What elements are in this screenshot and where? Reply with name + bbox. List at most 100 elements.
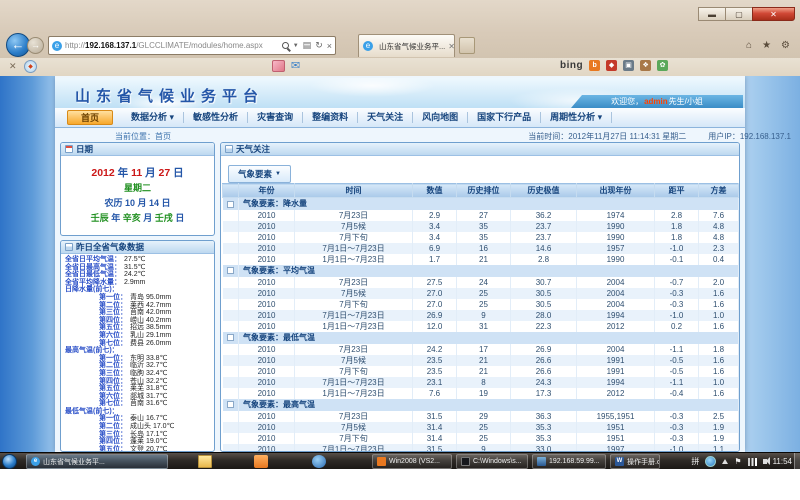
addon-icon-4[interactable]: ✿ xyxy=(657,60,668,71)
nav-item-6[interactable]: 风向地图 xyxy=(413,112,468,123)
pinned-app-icon[interactable] xyxy=(254,455,268,468)
nav-item-1[interactable]: 数据分析 ▾ xyxy=(122,112,184,123)
show-desktop-button[interactable] xyxy=(794,453,800,470)
cell-0-4-1: 1月1日～7月23日 xyxy=(295,254,413,265)
rank-value[interactable]: 莒南 31.6℃ xyxy=(130,400,167,408)
close-button[interactable]: ✕ xyxy=(752,7,795,21)
forward-button[interactable]: → xyxy=(27,37,44,54)
cell-2-0-0: 2010 xyxy=(239,344,295,355)
column-header-0[interactable]: 年份 xyxy=(239,184,295,198)
rank-value[interactable]: 临沂 32.7℃ xyxy=(130,362,167,370)
explorer-folder-icon[interactable] xyxy=(198,455,212,468)
column-header-4[interactable]: 历史极值 xyxy=(511,184,577,198)
nav-item-8[interactable]: 周期性分析 ▾ xyxy=(541,112,612,123)
column-header-7[interactable]: 方差 xyxy=(699,184,739,198)
cell-1-4-1: 1月1日～7月23日 xyxy=(295,321,413,332)
cell-2-3-3: 8 xyxy=(457,377,511,388)
rank-value[interactable]: 成山头 17.0℃ xyxy=(130,423,174,431)
cell-0-2-1: 7月下旬 xyxy=(295,232,413,243)
section-checkbox[interactable] xyxy=(227,267,234,274)
column-header-5[interactable]: 出现年份 xyxy=(577,184,655,198)
search-icon[interactable] xyxy=(282,42,289,49)
network-icon[interactable] xyxy=(748,458,757,466)
start-button[interactable] xyxy=(2,454,17,469)
cell-3-0-6: -0.3 xyxy=(655,411,699,422)
cell-0-2-4: 23.7 xyxy=(511,232,577,243)
addon-icon-2[interactable]: ▣ xyxy=(623,60,634,71)
toolbar-close-icon[interactable]: ✕ xyxy=(9,61,17,72)
rank-position: 第五位： xyxy=(99,324,127,332)
rank-value[interactable]: 泰山 16.7℃ xyxy=(130,415,167,423)
rank-value[interactable]: 招远 38.5mm xyxy=(130,324,171,332)
ganzhi-date: 壬辰 年 辛亥 月 壬戌 日 xyxy=(61,211,214,224)
home-icon[interactable]: ⌂ xyxy=(746,40,752,51)
nav-item-7[interactable]: 国家下行产品 xyxy=(468,112,541,123)
section-checkbox-cell xyxy=(223,265,239,277)
address-bar[interactable]: e http://192.168.137.1/GLCCLIMATE/module… xyxy=(48,36,336,55)
language-globe-icon[interactable] xyxy=(705,456,716,467)
breadcrumb[interactable]: 当前位置：首页 xyxy=(115,131,171,142)
rank-value[interactable]: 临朐 32.4℃ xyxy=(130,370,167,378)
rank-value[interactable]: 苍山 32.2℃ xyxy=(130,378,167,386)
rank-value[interactable]: 费县 26.0mm xyxy=(130,340,171,348)
rank-value[interactable]: 莒南 42.0mm xyxy=(130,309,171,317)
column-header-1[interactable]: 时间 xyxy=(295,184,413,198)
column-header-3[interactable]: 历史排位 xyxy=(457,184,511,198)
refresh-icon[interactable]: ↻ xyxy=(315,40,323,51)
ie-icon: e xyxy=(31,457,40,466)
minimize-button[interactable]: ▬ xyxy=(698,7,725,21)
section-row-2: 气象要素：最低气温 xyxy=(223,332,739,344)
media-player-icon[interactable] xyxy=(312,455,326,468)
compass-icon[interactable] xyxy=(24,60,37,73)
rank-item-0-6: 第七位：费县 26.0mm xyxy=(61,340,214,348)
table-row: 20107月5候3.43523.719901.84.8 xyxy=(223,221,739,232)
nav-item-5[interactable]: 天气关注 xyxy=(358,112,413,123)
cell-0-2-3: 35 xyxy=(457,232,511,243)
new-tab-button[interactable] xyxy=(459,37,475,54)
cell-3-0-1: 7月23日 xyxy=(295,411,413,422)
settings-gear-icon[interactable]: ⚙ xyxy=(781,40,790,51)
bing-app-icon[interactable]: b xyxy=(589,60,600,71)
ime-indicator[interactable]: 拼 xyxy=(691,456,699,467)
taskbar-button-label: Win2008 (VS2... xyxy=(389,458,440,465)
row-checkbox-cell xyxy=(223,210,239,221)
stop-icon[interactable]: × xyxy=(327,41,332,51)
taskbar-button-ie[interactable]: e 山东省气候业务平... xyxy=(26,454,168,469)
rank-value[interactable]: 乳山 29.1mm xyxy=(130,332,171,340)
taskbar-button-3[interactable]: W操作手册.docx ... xyxy=(610,454,660,469)
rank-value[interactable]: 青岛 95.0mm xyxy=(130,294,171,302)
nav-item-3[interactable]: 灾害查询 xyxy=(248,112,303,123)
taskbar-button-1[interactable]: C:\Windows\s... xyxy=(456,454,528,469)
nav-item-4[interactable]: 整编资料 xyxy=(303,112,358,123)
speaker-icon[interactable] xyxy=(763,459,767,464)
card-icon[interactable] xyxy=(272,60,285,72)
column-header-6[interactable]: 距平 xyxy=(655,184,699,198)
addon-icon-1[interactable]: ◆ xyxy=(606,60,617,71)
taskbar-button-2[interactable]: 192.168.59.99... xyxy=(532,454,606,469)
action-center-flag-icon[interactable]: ⚑ xyxy=(734,457,741,467)
section-checkbox[interactable] xyxy=(227,201,234,208)
favorites-star-icon[interactable]: ★ xyxy=(762,40,771,51)
mail-icon[interactable]: ✉ xyxy=(291,60,300,72)
browser-tab[interactable]: e 山东省气候业务平... ✕ xyxy=(358,34,455,57)
element-filter-button[interactable]: 气象要素▼ xyxy=(228,165,291,183)
column-header-2[interactable]: 数值 xyxy=(413,184,457,198)
taskbar-button-label: 192.168.59.99... xyxy=(549,458,600,465)
search-dropdown-icon[interactable]: ▼ xyxy=(293,43,299,49)
rank-value[interactable]: 蓬莱 19.0℃ xyxy=(130,438,167,446)
bing-logo[interactable]: bing xyxy=(560,60,583,71)
clock[interactable]: 11:54 xyxy=(773,457,792,466)
compatibility-view-icon[interactable]: ▤ xyxy=(303,40,312,51)
cell-0-0-3: 27 xyxy=(457,210,511,221)
section-checkbox[interactable] xyxy=(227,401,234,408)
tab-close-icon[interactable]: ✕ xyxy=(448,42,455,51)
section-checkbox[interactable] xyxy=(227,334,234,341)
addon-icon-3[interactable]: ❖ xyxy=(640,60,651,71)
taskbar-button-0[interactable]: Win2008 (VS2... xyxy=(372,454,452,469)
row-checkbox-cell xyxy=(223,433,239,444)
nav-item-2[interactable]: 敏感性分析 xyxy=(184,112,248,123)
nav-item-0[interactable]: 首页 xyxy=(67,110,113,125)
tray-expand-icon[interactable] xyxy=(722,459,728,464)
maximize-button[interactable]: ▢ xyxy=(725,7,752,21)
rank-value[interactable]: 莱芜 31.8℃ xyxy=(130,385,167,393)
